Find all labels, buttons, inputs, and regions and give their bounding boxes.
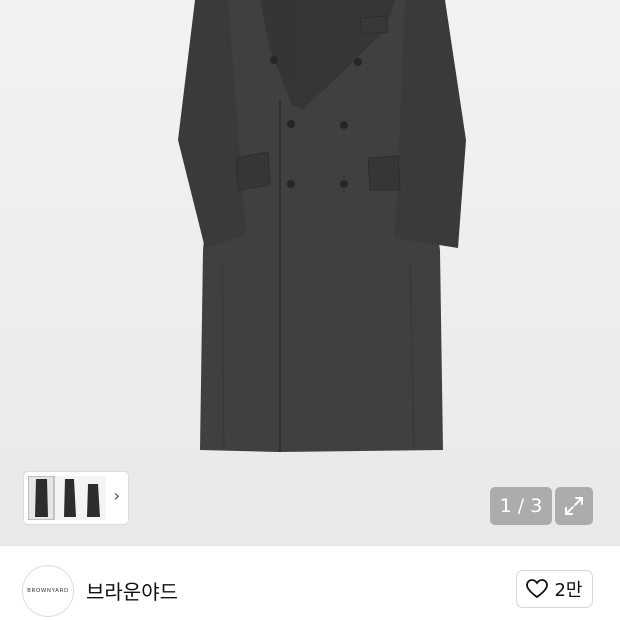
product-image-gallery[interactable]: › 1 / 3 xyxy=(0,0,620,546)
brand-logo-text: BROWNYARD xyxy=(27,588,69,594)
expand-icon xyxy=(565,497,583,515)
coat-image xyxy=(178,0,466,452)
thumbnail-strip[interactable]: › xyxy=(24,472,128,524)
thumbnail-images[interactable] xyxy=(28,476,106,520)
like-button[interactable]: 2만 xyxy=(516,570,593,608)
heart-outline-icon xyxy=(526,579,549,599)
image-counter: 1 / 3 xyxy=(490,487,552,525)
brand-name[interactable]: 브라운야드 xyxy=(86,576,178,605)
brand-logo[interactable]: BROWNYARD xyxy=(22,565,74,617)
like-count: 2만 xyxy=(554,580,583,601)
chevron-right-icon[interactable]: › xyxy=(114,486,120,505)
expand-button[interactable] xyxy=(555,487,593,525)
